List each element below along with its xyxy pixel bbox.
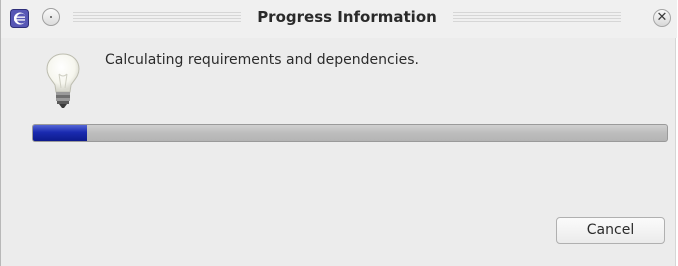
progress-bar-fill xyxy=(33,125,87,141)
progress-information-dialog: Progress Information ✕ Calculating requi… xyxy=(0,0,677,266)
title-decoration-right xyxy=(453,12,621,24)
title-decoration-left xyxy=(73,12,241,24)
close-icon[interactable]: ✕ xyxy=(653,9,671,27)
eclipse-app-icon[interactable] xyxy=(10,9,29,28)
cancel-button[interactable]: Cancel xyxy=(556,217,665,244)
title-bar[interactable]: Progress Information ✕ xyxy=(1,0,677,38)
progress-bar xyxy=(32,124,668,142)
window-menu-icon[interactable] xyxy=(42,8,60,26)
window-title: Progress Information xyxy=(257,8,437,26)
status-message: Calculating requirements and dependencie… xyxy=(105,52,419,68)
lightbulb-icon xyxy=(46,53,80,108)
